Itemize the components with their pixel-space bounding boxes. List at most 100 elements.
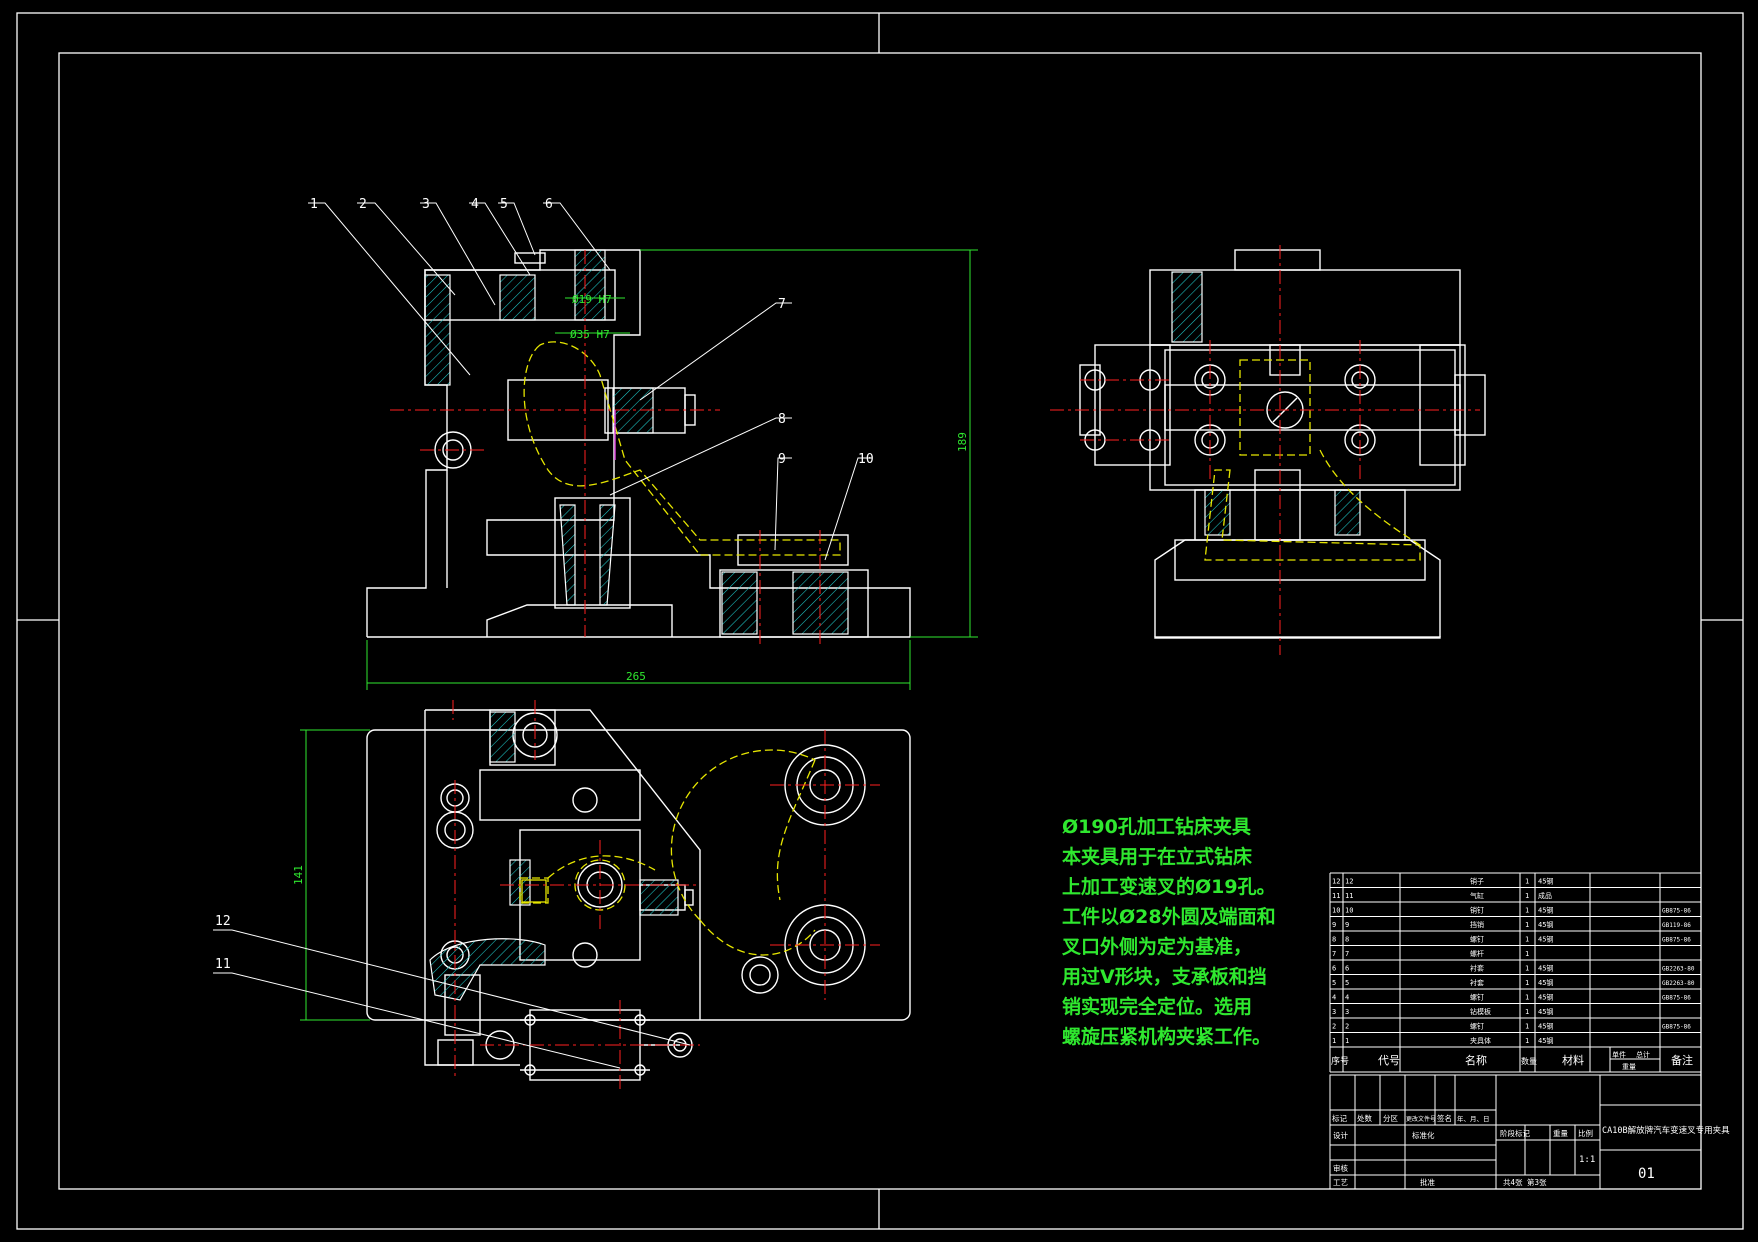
bom-cell-material: 45钢: [1538, 1007, 1553, 1016]
dim-height: 189: [956, 432, 969, 452]
bom-cell-note: GB875-86: [1662, 1024, 1691, 1031]
technical-note: Ø190孔加工钻床夹具 本夹具用于在立式钻床 上加工变速叉的Ø19孔。 工件以Ø…: [1062, 812, 1292, 1052]
bom-cell-no: 9: [1332, 921, 1336, 929]
bom-cell-material: 45钢: [1538, 978, 1553, 987]
balloon-6: 6: [545, 197, 553, 212]
bom-cell-name: 螺杆: [1470, 949, 1484, 958]
bom-cell-note: GB875-86: [1662, 908, 1691, 915]
bom-cell-note: GB875-86: [1662, 937, 1691, 944]
bom-header-no: 序号: [1331, 1055, 1349, 1067]
balloon-1: 1: [310, 197, 318, 212]
balloon-4: 4: [471, 197, 479, 212]
tb-sheets: 共4张 第3张: [1503, 1177, 1547, 1187]
bom-cell-name: 销钉: [1470, 906, 1484, 915]
tb-zone: 分区: [1383, 1114, 1399, 1123]
bom-cell-note: GB2263-80: [1662, 966, 1695, 973]
bom-cell-name: 销子: [1470, 877, 1484, 886]
note-line: 销实现完全定位。选用: [1062, 996, 1253, 1018]
bom-cell-material: 45钢: [1538, 906, 1553, 915]
bom-cell-material: 45钢: [1538, 920, 1553, 929]
bom-cell-note: GB119-86: [1662, 922, 1691, 929]
bom-cell-code: 11: [1345, 892, 1353, 900]
balloon-12: 12: [215, 914, 231, 929]
tb-scale: 1:1: [1579, 1155, 1595, 1165]
bom-cell-material: 45钢: [1538, 1022, 1553, 1031]
note-line: 用过V形块，支承板和挡: [1062, 966, 1267, 988]
tb-stage: 阶段标记: [1500, 1128, 1530, 1138]
bom-header-remark: 备注: [1671, 1053, 1693, 1067]
bom-cell-no: 10: [1332, 907, 1340, 915]
bom-cell-code: 1: [1345, 1037, 1349, 1045]
bom-cell-code: 10: [1345, 907, 1353, 915]
title-block: 标记 处数 分区 更改文件号 签名 年、月、日 设计 标准化 阶段标记 重量 比…: [1329, 1074, 1730, 1190]
bom-cell-no: 6: [1332, 965, 1336, 973]
tb-change-doc: 更改文件号: [1406, 1115, 1436, 1123]
tb-date: 年、月、日: [1457, 1114, 1490, 1123]
bom-cell-code: 3: [1345, 1008, 1349, 1016]
dim-outer: Ø35 H7: [570, 328, 610, 341]
bom-cell-note: GB875-86: [1662, 995, 1691, 1002]
balloon-2: 2: [359, 197, 367, 212]
tb-review: 审核: [1333, 1163, 1349, 1173]
bom-cell-no: 3: [1332, 1008, 1336, 1016]
bom-cell-name: 气缸: [1470, 891, 1484, 900]
bom-cell-code: 7: [1345, 950, 1349, 958]
bom-cell-no: 2: [1332, 1023, 1336, 1031]
balloon-7: 7: [778, 297, 786, 312]
tb-drawing-no: 01: [1638, 1166, 1655, 1182]
bom-cell-material: 45钢: [1538, 877, 1553, 886]
bom-cell-name: 衬套: [1470, 964, 1484, 973]
bom-header-unit: 单件: [1612, 1050, 1626, 1059]
bom-header-weight: 重量: [1622, 1063, 1636, 1071]
bom-cell-qty: 1: [1525, 1037, 1529, 1045]
bom-cell-no: 1: [1332, 1037, 1336, 1045]
bom-cell-name: 钻模板: [1470, 1007, 1491, 1016]
tb-count: 处数: [1357, 1113, 1373, 1123]
bom-cell-name: 夹具体: [1470, 1036, 1491, 1045]
bom-cell-qty: 1: [1525, 907, 1529, 915]
bom-cell-material: 45钢: [1538, 1036, 1553, 1045]
bom-cell-qty: 1: [1525, 994, 1529, 1002]
bom-cell-material: 45钢: [1538, 993, 1553, 1002]
bom-cell-code: 2: [1345, 1023, 1349, 1031]
bom-cell-code: 4: [1345, 994, 1349, 1002]
bom-cell-code: 8: [1345, 936, 1349, 944]
note-line: 螺旋压紧机构夹紧工作。: [1062, 1026, 1272, 1048]
balloon-10: 10: [858, 452, 874, 467]
tb-title: CA10B解放牌汽车变速叉专用夹具: [1602, 1125, 1730, 1136]
tb-sign: 签名: [1437, 1113, 1452, 1123]
bom-text: 12 12 销子 1 45钢11 11 气缸 1 成品10 10 销钉 1 45钢 GB875-869 9 挡…: [1331, 877, 1695, 1072]
note-line: 本夹具用于在立式钻床: [1062, 846, 1253, 868]
bom-cell-code: 9: [1345, 921, 1349, 929]
cad-drawing-canvas: Ø19 H7 Ø35 H7 265 189 1 2 3 4 5 6 7 8 9: [16, 12, 1744, 1230]
bom-cell-name: 挡销: [1470, 920, 1484, 929]
balloon-3: 3: [422, 197, 430, 212]
bom-cell-no: 4: [1332, 994, 1336, 1002]
bom-cell-name: 螺钉: [1470, 993, 1484, 1002]
bom-cell-name: 螺钉: [1470, 935, 1484, 944]
bom-cell-qty: 1: [1525, 965, 1529, 973]
bom-cell-no: 12: [1332, 878, 1340, 886]
tb-mark: 标记: [1332, 1113, 1348, 1123]
bom-header-code: 代号: [1378, 1054, 1400, 1067]
bom-cell-code: 5: [1345, 979, 1349, 987]
note-line: 叉口外侧为定为基准，: [1062, 936, 1253, 958]
bom-cell-qty: 1: [1525, 1023, 1529, 1031]
bom-cell-no: 11: [1332, 892, 1340, 900]
front-view: Ø19 H7 Ø35 H7 265 189 1 2 3 4 5 6 7 8 9: [308, 197, 978, 690]
dim-width: 265: [626, 670, 646, 683]
bom-cell-material: 成品: [1538, 891, 1552, 900]
bom-cell-note: GB2263-80: [1662, 980, 1695, 987]
balloon-8: 8: [778, 412, 786, 427]
bom-header-qty: 数量: [1521, 1056, 1537, 1066]
tb-standard: 标准化: [1412, 1130, 1435, 1140]
side-view: [1050, 245, 1486, 655]
bom-cell-no: 8: [1332, 936, 1336, 944]
dim-bore: Ø19 H7: [572, 293, 612, 306]
tb-weight: 重量: [1553, 1129, 1569, 1138]
note-line: Ø190孔加工钻床夹具: [1062, 816, 1251, 838]
tb-design: 设计: [1333, 1130, 1349, 1140]
bom-header-total: 总计: [1636, 1050, 1650, 1059]
bom-cell-material: 45钢: [1538, 964, 1553, 973]
balloon-11: 11: [215, 957, 231, 972]
